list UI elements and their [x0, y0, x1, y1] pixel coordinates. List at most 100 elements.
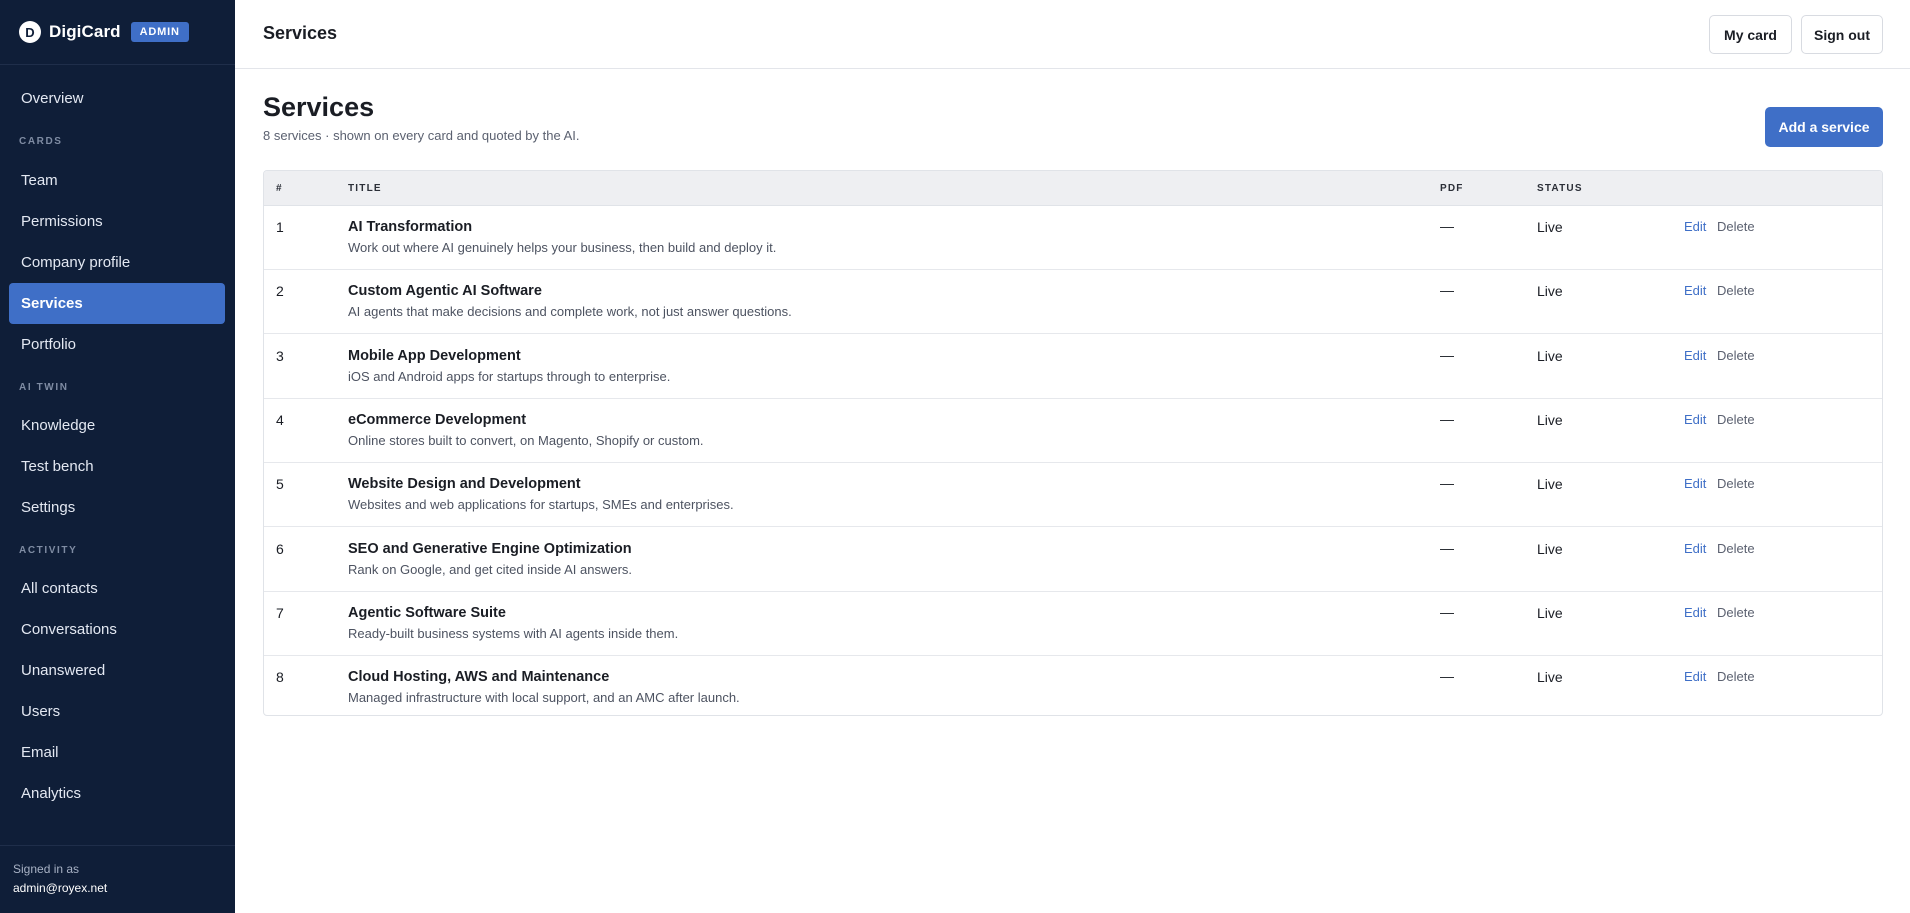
service-pdf: —: [1440, 282, 1454, 299]
service-description: iOS and Android apps for startups throug…: [348, 368, 671, 384]
table-row: 4 eCommerce Development Online stores buil…: [264, 399, 1882, 463]
admin-badge: ADMIN: [130, 22, 189, 42]
service-status: Live: [1537, 669, 1563, 686]
edit-link[interactable]: Edit: [1684, 605, 1706, 620]
service-status: Live: [1537, 219, 1563, 235]
add-service-button[interactable]: Add a service: [1765, 107, 1883, 147]
edit-link[interactable]: Edit: [1684, 348, 1706, 363]
edit-link[interactable]: Edit: [1684, 283, 1706, 298]
row-number: 2: [276, 283, 284, 300]
page-title: Services: [263, 92, 375, 122]
sidebar-section-ai-twin: AI TWIN: [19, 382, 69, 393]
delete-link[interactable]: Delete: [1717, 476, 1755, 491]
sidebar-item-permissions[interactable]: Permissions: [9, 201, 225, 242]
edit-link[interactable]: Edit: [1684, 669, 1706, 684]
sidebar-item-portfolio[interactable]: Portfolio: [9, 324, 225, 365]
service-description: Ready-built business systems with AI age…: [348, 625, 679, 641]
sidebar-section-activity: ACTIVITY: [19, 545, 78, 556]
topbar-title: Services: [263, 23, 338, 43]
service-pdf: —: [1440, 218, 1454, 234]
edit-link[interactable]: Edit: [1684, 219, 1706, 234]
table-header: # TITLE PDF STATUS: [264, 171, 1882, 206]
header-pdf: PDF: [1440, 183, 1464, 194]
service-description: Work out where AI genuinely helps your b…: [348, 240, 777, 255]
header-number: #: [276, 183, 283, 194]
digicard-logo-icon: D: [19, 21, 41, 43]
sidebar-item-conversations[interactable]: Conversations: [9, 609, 225, 650]
brand-name: DigiCard: [49, 22, 121, 41]
service-description: AI agents that make decisions and comple…: [348, 304, 792, 320]
brand[interactable]: D DigiCard ADMIN: [0, 0, 235, 65]
delete-link[interactable]: Delete: [1717, 219, 1755, 234]
sidebar-item-services[interactable]: Services: [9, 283, 225, 324]
row-number: 6: [276, 540, 284, 557]
signed-in-panel: Signed in as admin@royex.net: [0, 845, 235, 913]
sidebar-item-team[interactable]: Team: [9, 160, 225, 201]
delete-link[interactable]: Delete: [1717, 412, 1755, 427]
sidebar-item-unanswered[interactable]: Unanswered: [9, 650, 225, 691]
sidebar-item-email[interactable]: Email: [9, 732, 225, 773]
service-status: Live: [1537, 347, 1563, 364]
sidebar-section-cards: CARDS: [19, 136, 63, 147]
service-pdf: —: [1440, 410, 1454, 427]
row-number: 3: [276, 347, 284, 364]
service-title: eCommerce Development: [348, 411, 527, 428]
table-row: 6 SEO and Generative Engine Optimization R…: [264, 528, 1882, 592]
service-title: Website Design and Development: [348, 476, 581, 493]
row-number: 8: [276, 669, 284, 686]
sidebar-item-analytics[interactable]: Analytics: [9, 773, 225, 814]
delete-link[interactable]: Delete: [1717, 283, 1755, 298]
service-title: AI Transformation: [348, 219, 473, 235]
sidebar-item-overview[interactable]: Overview: [9, 78, 225, 119]
topbar: Services My card Sign out: [235, 0, 1910, 69]
sidebar: D DigiCard ADMIN Overview CARDS Team Per…: [0, 0, 235, 913]
sidebar-item-company-profile[interactable]: Company profile: [9, 242, 225, 283]
service-pdf: —: [1440, 603, 1454, 620]
service-pdf: —: [1440, 539, 1454, 556]
edit-link[interactable]: Edit: [1684, 476, 1706, 491]
signed-in-label: Signed in as: [13, 862, 80, 876]
sidebar-item-users[interactable]: Users: [9, 691, 225, 732]
service-description: Managed infrastructure with local suppor…: [348, 690, 740, 706]
sidebar-item-test-bench[interactable]: Test bench: [9, 446, 225, 487]
row-number: 4: [276, 411, 284, 428]
table-row: 7 Agentic Software Suite Ready-built busin…: [264, 592, 1882, 656]
service-pdf: —: [1440, 475, 1454, 492]
delete-link[interactable]: Delete: [1717, 669, 1755, 684]
service-title: Cloud Hosting, AWS and Maintenance: [348, 669, 610, 686]
table-row: 8 Cloud Hosting, AWS and Maintenance Manag…: [264, 656, 1882, 715]
header-title: TITLE: [348, 183, 382, 194]
table-row: 5 Website Design and Development Websites …: [264, 463, 1882, 528]
delete-link[interactable]: Delete: [1717, 348, 1755, 363]
sidebar-item-knowledge[interactable]: Knowledge: [9, 405, 225, 446]
table-row: 1 AI Transformation Work out where AI genu…: [264, 206, 1882, 270]
service-title: Mobile App Development: [348, 347, 521, 364]
service-description: Websites and web applications for startu…: [348, 497, 734, 513]
service-title: Custom Agentic AI Software: [348, 283, 542, 300]
signed-in-email: admin@royex.net: [13, 881, 108, 895]
service-status: Live: [1537, 604, 1563, 621]
sign-out-button[interactable]: Sign out: [1801, 15, 1883, 54]
edit-link[interactable]: Edit: [1684, 412, 1706, 427]
service-pdf: —: [1440, 668, 1454, 685]
service-description: Online stores built to convert, on Magen…: [348, 432, 704, 448]
service-status: Live: [1537, 411, 1563, 428]
service-status: Live: [1537, 476, 1563, 493]
services-table: # TITLE PDF STATUS 1 AI Transformation Wor…: [263, 170, 1883, 716]
sidebar-item-all-contacts[interactable]: All contacts: [9, 568, 225, 609]
edit-link[interactable]: Edit: [1684, 541, 1706, 556]
service-status: Live: [1537, 540, 1563, 557]
sidebar-item-settings[interactable]: Settings: [9, 487, 225, 528]
my-card-button[interactable]: My card: [1709, 15, 1792, 54]
service-title: SEO and Generative Engine Optimization: [348, 540, 632, 557]
page-subtitle: 8 services · shown on every card and quo…: [263, 128, 580, 143]
row-number: 5: [276, 476, 284, 493]
service-description: Rank on Google, and get cited inside AI …: [348, 561, 633, 577]
header-status: STATUS: [1537, 183, 1583, 194]
delete-link[interactable]: Delete: [1717, 605, 1755, 620]
row-number: 7: [276, 604, 284, 621]
delete-link[interactable]: Delete: [1717, 541, 1755, 556]
service-pdf: —: [1440, 346, 1454, 363]
row-number: 1: [276, 219, 284, 235]
service-title: Agentic Software Suite: [348, 604, 506, 621]
